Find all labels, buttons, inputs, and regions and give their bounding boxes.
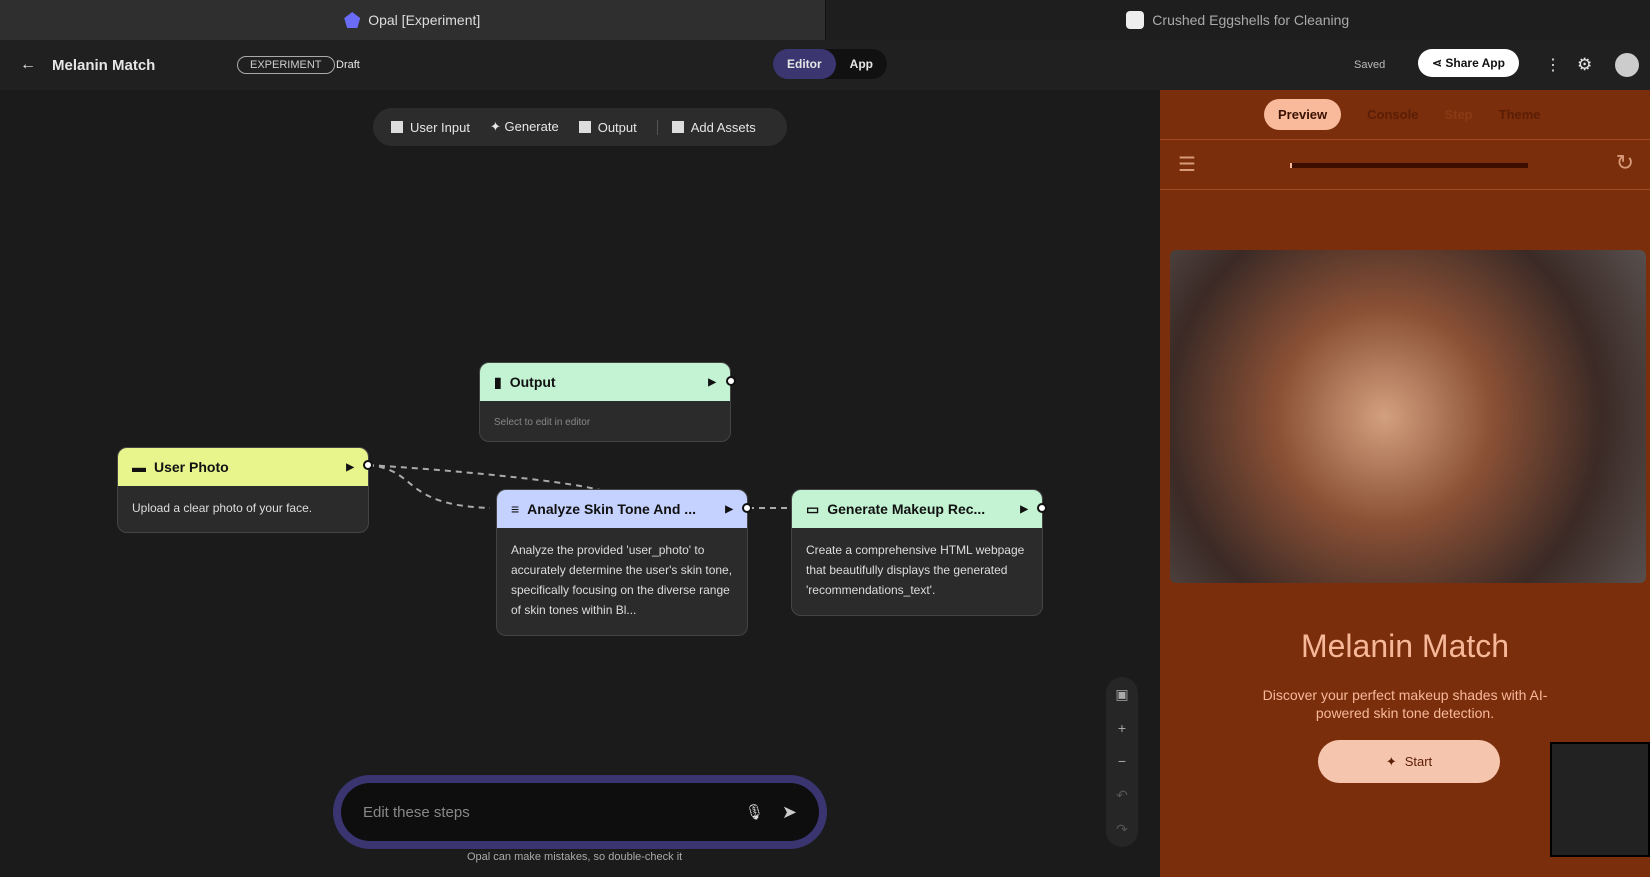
disclaimer: Opal can make mistakes, so double-check … [467, 851, 683, 863]
node-title: Generate Makeup Rec... [827, 501, 986, 517]
gear-icon[interactable]: ⚙ [1577, 55, 1592, 75]
node-analyze[interactable]: ≡ Analyze Skin Tone And ... ▶ Analyze the … [496, 489, 748, 636]
send-icon[interactable]: ➤ [782, 802, 797, 823]
output-port[interactable] [726, 376, 736, 386]
node-body: Create a comprehensive HTML webpage that… [806, 543, 1025, 597]
progress-bar [1290, 163, 1528, 168]
menu-icon[interactable]: ☰ [1178, 152, 1196, 177]
share-icon: ⋖ [1432, 56, 1446, 70]
screen-thumbnail [1550, 742, 1650, 857]
zoom-in-icon[interactable]: + [1118, 720, 1126, 736]
share-label: Share App [1445, 56, 1505, 70]
chat-box: Edit these steps 🎙 ➤ [333, 775, 827, 849]
play-icon[interactable]: ▶ [1020, 504, 1028, 515]
webpage-icon: ▭ [806, 500, 820, 517]
tab-step[interactable]: Step [1444, 107, 1472, 122]
progress-fill [1290, 163, 1293, 168]
fit-view-icon[interactable]: ▣ [1115, 686, 1128, 703]
avatar[interactable] [1615, 53, 1639, 77]
app-heading: Melanin Match [1300, 628, 1510, 664]
start-button[interactable]: ✦ Start [1318, 740, 1500, 783]
output-port[interactable] [742, 503, 752, 513]
tab-theme[interactable]: Theme [1499, 107, 1541, 122]
zoom-out-icon[interactable]: − [1118, 753, 1126, 769]
tab-title: Crushed Eggshells for Cleaning [1152, 12, 1350, 28]
preview-panel: Preview Console Step Theme ☰ ↻ Melanin M… [1160, 90, 1650, 877]
node-output[interactable]: ▮ Output ▶ Select to edit in editor [479, 362, 731, 442]
generate-icon: ≡ [511, 501, 520, 517]
play-icon[interactable]: ▶ [346, 462, 354, 473]
node-body: Upload a clear photo of your face. [132, 501, 313, 515]
start-label: Start [1404, 754, 1433, 769]
tab-console[interactable]: Console [1367, 107, 1418, 122]
node-user-photo[interactable]: ▬ User Photo ▶ Upload a clear photo of you… [117, 447, 369, 533]
output-icon: ▮ [494, 373, 502, 390]
output-port[interactable] [1037, 503, 1047, 513]
tab-preview[interactable]: Preview [1264, 99, 1342, 130]
play-icon[interactable]: ▶ [725, 504, 733, 515]
edge [367, 464, 491, 509]
edit-steps-input[interactable]: Edit these steps [363, 804, 745, 821]
redo-icon[interactable]: ↷ [1116, 821, 1128, 838]
zoom-controls: ▣ + − ↶ ↷ [1106, 677, 1138, 847]
share-app-button[interactable]: ⋖ Share App [1418, 49, 1519, 77]
app-subtitle: Discover your perfect makeup shades with… [1262, 687, 1548, 721]
restart-icon[interactable]: ↻ [1616, 150, 1634, 176]
node-title: Output [509, 374, 556, 390]
more-menu-icon[interactable]: ⋮ [1545, 55, 1561, 75]
saved-status: Saved [1354, 59, 1386, 71]
node-title: User Photo [154, 459, 229, 475]
node-generate-makeup[interactable]: ▭ Generate Makeup Rec... ▶ Create a compre… [791, 489, 1043, 616]
hero-image [1170, 250, 1646, 583]
play-icon[interactable]: ▶ [708, 377, 716, 388]
mic-icon[interactable]: 🎙 [745, 803, 764, 821]
node-body: Select to edit in editor [494, 417, 591, 428]
user-input-icon: ▬ [132, 459, 146, 475]
undo-icon[interactable]: ↶ [1116, 787, 1128, 804]
output-port[interactable] [363, 460, 373, 470]
node-body: Analyze the provided 'user_photo' to acc… [511, 543, 733, 617]
node-title: Analyze Skin Tone And ... [527, 501, 696, 517]
sparkle-icon: ✦ [1385, 753, 1397, 769]
